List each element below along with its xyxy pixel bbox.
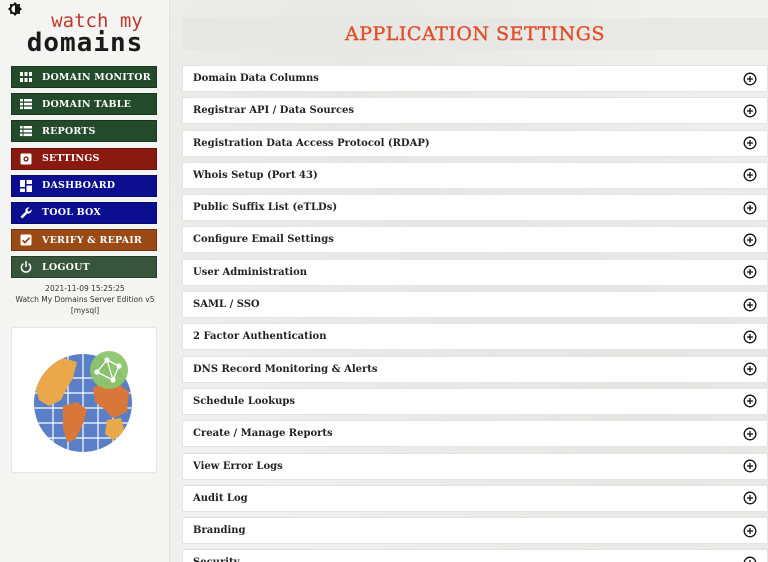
page-title: APPLICATION SETTINGS [345,23,605,45]
accordion-item-branding[interactable]: Branding [182,517,768,545]
checkbox-icon [19,233,33,247]
menu-label: LOGOUT [42,261,90,273]
accordion-item-label: Registrar API / Data Sources [193,105,355,117]
menu-verify-repair-button[interactable]: VERIFY & REPAIR [11,229,157,252]
expand-plus-icon[interactable] [743,298,757,312]
settings-icon [19,152,33,166]
dashboard-icon [19,179,33,193]
menu-logout-button[interactable]: LOGOUT [11,256,157,279]
main-menu: DOMAIN MONITOR DOMAIN TABLE REPORTS SETT… [11,66,157,284]
logo[interactable]: watch my domains [0,12,170,58]
accordion-item-2-factor-authentication[interactable]: 2 Factor Authentication [182,323,768,351]
expand-plus-icon[interactable] [743,104,757,118]
expand-plus-icon[interactable] [743,394,757,408]
accordion-item-label: Domain Data Columns [193,73,319,84]
menu-label: TOOL BOX [42,207,101,219]
expand-plus-icon[interactable] [743,459,757,473]
accordion-item-label: Create / Manage Reports [193,428,333,440]
expand-plus-icon[interactable] [743,265,757,279]
accordion-item-label: User Administration [193,266,308,278]
accordion-item-label: Security [193,557,239,562]
accordion-item-schedule-lookups[interactable]: Schedule Lookups [182,387,768,415]
logo-line-2: domains [26,28,144,58]
expand-plus-icon[interactable] [743,524,757,538]
menu-label: VERIFY & REPAIR [42,234,142,246]
accordion-item-label: Branding [193,525,246,537]
accordion-item-label: Public Suffix List (eTLDs) [193,202,338,214]
expand-plus-icon[interactable] [743,233,757,247]
accordion-item-label: Configure Email Settings [193,234,334,246]
accordion-item-dns-record-monitoring-alerts[interactable]: DNS Record Monitoring & Alerts [182,355,768,383]
menu-label: REPORTS [42,125,96,137]
menu-label: DOMAIN MONITOR [42,71,151,83]
grid-icon [19,70,33,84]
accordion-item-whois-setup-port-43[interactable]: Whois Setup (Port 43) [182,161,768,189]
accordion-item-registrar-api-data-sources[interactable]: Registrar API / Data Sources [182,97,768,125]
accordion-item-view-error-logs[interactable]: View Error Logs [182,452,768,480]
accordion-item-public-suffix-list-etlds[interactable]: Public Suffix List (eTLDs) [182,194,768,222]
accordion-item-label: SAML / SSO [193,299,260,311]
accordion-item-label: Registration Data Access Protocol (RDAP) [193,137,430,149]
menu-dashboard-button[interactable]: DASHBOARD [11,174,157,197]
list-icon [19,124,33,138]
menu-domain-table-button[interactable]: DOMAIN TABLE [11,93,157,116]
accordion-item-label: 2 Factor Authentication [193,331,327,343]
wrench-icon [19,206,33,220]
expand-plus-icon[interactable] [743,362,757,376]
menu-settings-button[interactable]: SETTINGS [11,147,157,170]
expand-plus-icon[interactable] [743,491,757,505]
server-timestamp: 2021-11-09 15:25:25 [45,284,125,293]
expand-plus-icon[interactable] [743,168,757,182]
page-title-bar: APPLICATION SETTINGS [182,18,768,50]
expand-plus-icon[interactable] [743,427,757,441]
menu-domain-monitor-button[interactable]: DOMAIN MONITOR [11,66,157,88]
accordion-item-configure-email-settings[interactable]: Configure Email Settings [182,226,768,254]
expand-plus-icon[interactable] [743,201,757,215]
menu-label: DOMAIN TABLE [42,98,132,110]
accordion-item-user-administration[interactable]: User Administration [182,258,768,286]
accordion-item-label: Whois Setup (Port 43) [193,169,318,181]
accordion-item-label: Schedule Lookups [193,395,296,407]
settings-accordion: Domain Data Columns Registrar API / Data … [182,65,768,562]
accordion-item-saml-sso[interactable]: SAML / SSO [182,291,768,319]
accordion-item-audit-log[interactable]: Audit Log [182,484,768,512]
accordion-item-create-manage-reports[interactable]: Create / Manage Reports [182,420,768,448]
main-content: APPLICATION SETTINGS Domain Data Columns… [170,0,768,562]
table-icon [19,97,33,111]
accordion-item-security[interactable]: Security [182,549,768,562]
globe-network-icon [34,351,132,452]
accordion-item-label: View Error Logs [193,460,283,472]
sidebar: watch my domains DOMAIN MONITOR DOMAIN T… [0,0,170,562]
menu-reports-button[interactable]: REPORTS [11,120,157,143]
expand-plus-icon[interactable] [743,72,757,86]
menu-label: DASHBOARD [42,180,116,192]
menu-toolbox-button[interactable]: TOOL BOX [11,201,157,224]
power-icon [19,260,33,274]
accordion-item-label: DNS Record Monitoring & Alerts [193,363,378,375]
menu-label: SETTINGS [42,153,100,165]
server-db: [mysql] [70,306,100,315]
server-info: 2021-11-09 15:25:25 Watch My Domains Ser… [0,283,170,316]
globe-card [11,327,157,473]
expand-plus-icon[interactable] [743,330,757,344]
accordion-item-label: Audit Log [193,492,248,504]
expand-plus-icon[interactable] [743,136,757,150]
accordion-item-domain-data-columns[interactable]: Domain Data Columns [182,65,768,92]
expand-plus-icon[interactable] [743,556,757,562]
accordion-item-registration-data-access-protocol-rdap[interactable]: Registration Data Access Protocol (RDAP) [182,129,768,157]
server-edition: Watch My Domains Server Edition v5 [15,295,155,304]
